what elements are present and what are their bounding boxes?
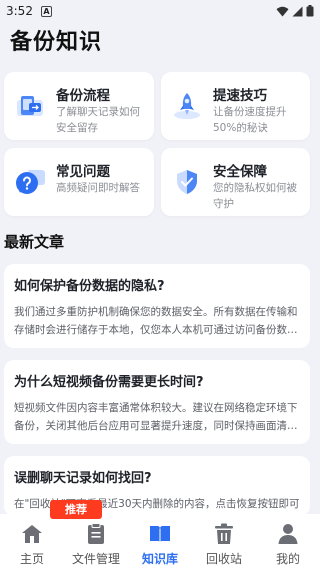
tab-label: 主页 xyxy=(19,552,44,566)
article-card[interactable]: 如何保护备份数据的隐私? 我们通过多重防护机制确保您的数据安全。所有数据在传输和… xyxy=(4,264,310,348)
card-security[interactable]: 安全保障 您的隐私权如何被守护 xyxy=(161,148,310,216)
article-title: 为什么短视频备份需要更长时间? xyxy=(14,375,204,390)
card-title: 常见问题 xyxy=(56,164,110,180)
article-summary: 短视频文件因内容丰富通常体积较大。建议在网络稳定环境下备份，关闭其他后台应用可显… xyxy=(14,402,298,432)
trash-icon xyxy=(215,523,233,544)
card-title: 备份流程 xyxy=(56,88,110,104)
tab-knowledge-base[interactable]: 知识库 xyxy=(128,514,192,574)
card-description: 了解聊天记录如何安全留存 xyxy=(56,106,140,134)
shield-icon xyxy=(177,170,197,194)
person-icon xyxy=(278,524,298,544)
notification-icon: A xyxy=(40,5,52,17)
home-icon xyxy=(22,525,42,543)
tab-label: 文件管理 xyxy=(71,552,120,566)
article-summary: 我们通过多重防护机制确保您的数据安全。所有数据在传输和存储时会进行储存于本地，仅… xyxy=(14,306,298,336)
card-description: 您的隐私权如何被守护 xyxy=(213,182,297,210)
phone-backup-icon xyxy=(17,96,43,116)
wifi-icon xyxy=(276,6,289,16)
article-title: 误删聊天记录如何找回? xyxy=(14,471,152,486)
card-description: 让备份速度提升50%的秘诀 xyxy=(213,106,287,134)
rocket-icon xyxy=(174,93,200,119)
tab-recycle-bin[interactable]: 回收站 xyxy=(192,514,256,574)
tab-label: 知识库 xyxy=(141,552,178,566)
tab-profile[interactable]: 我的 xyxy=(256,514,320,574)
bottom-tab-bar: 主页 文件管理 知识库 回收站 我的 xyxy=(0,514,320,574)
tab-label: 我的 xyxy=(275,552,300,566)
article-title: 如何保护备份数据的隐私? xyxy=(14,279,165,294)
question-bubble-icon xyxy=(16,170,45,194)
tab-home[interactable]: 主页 xyxy=(0,514,64,574)
status-bar: 3:52 A xyxy=(0,0,320,22)
signal-icon xyxy=(292,6,303,16)
card-backup-process[interactable]: 备份流程 了解聊天记录如何安全留存 xyxy=(4,72,154,140)
card-faq[interactable]: 常见问题 高频疑问即时解答 xyxy=(4,148,154,216)
card-title: 安全保障 xyxy=(213,164,267,180)
article-card[interactable]: 为什么短视频备份需要更长时间? 短视频文件因内容丰富通常体积较大。建议在网络稳定… xyxy=(4,360,310,444)
battery-icon xyxy=(306,5,314,17)
page-title: 备份知识 xyxy=(10,30,103,55)
section-title: 最新文章 xyxy=(4,233,65,251)
card-description: 高频疑问即时解答 xyxy=(56,182,140,194)
tab-file-manager[interactable]: 文件管理 xyxy=(64,514,128,574)
card-title: 提速技巧 xyxy=(213,88,267,104)
file-icon xyxy=(88,523,104,544)
book-icon xyxy=(150,526,170,543)
card-speed-tips[interactable]: 提速技巧 让备份速度提升50%的秘诀 xyxy=(161,72,310,140)
tab-label: 回收站 xyxy=(205,552,242,566)
status-time: 3:52 xyxy=(6,4,33,18)
recommend-badge[interactable]: 推荐 xyxy=(50,500,102,519)
